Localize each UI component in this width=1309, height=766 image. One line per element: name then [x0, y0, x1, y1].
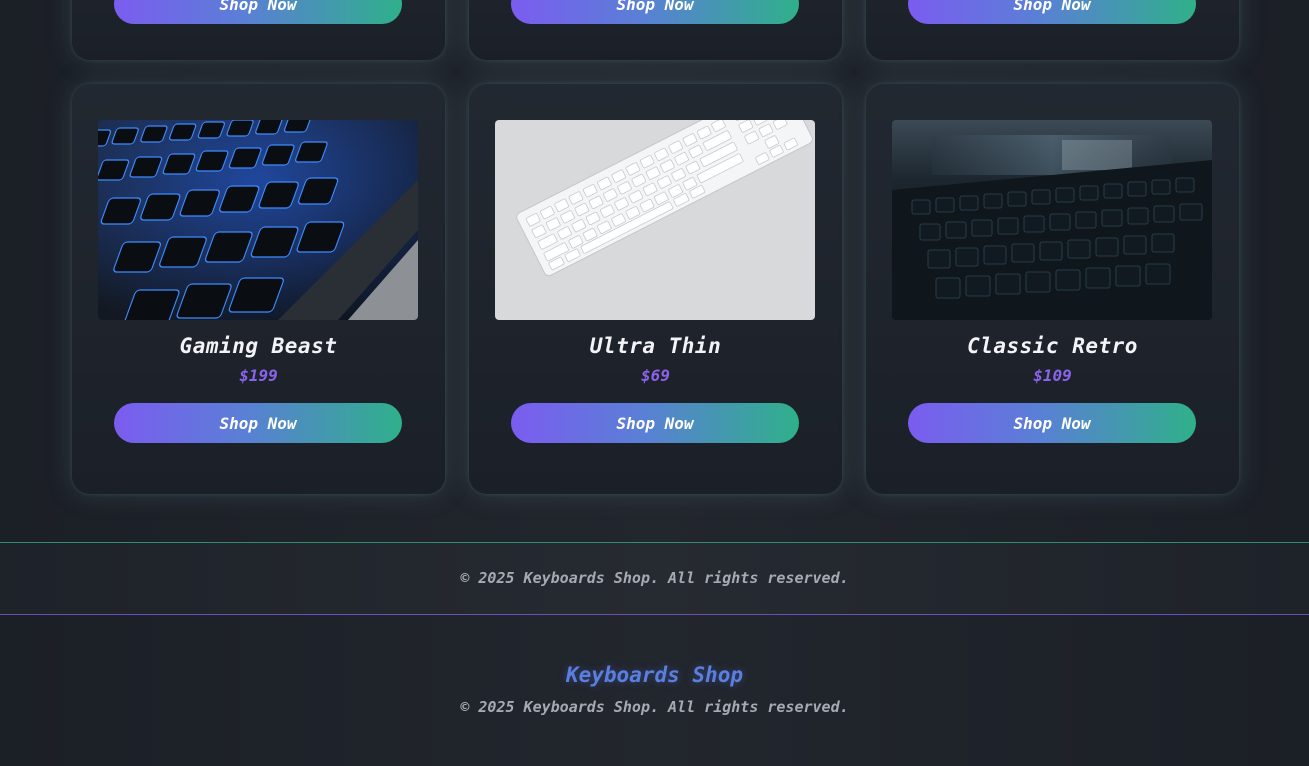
product-card: Shop Now	[72, 0, 445, 60]
shop-now-button[interactable]: Shop Now	[114, 0, 402, 24]
product-card: Shop Now	[866, 0, 1239, 60]
copyright-bar: © 2025 Keyboards Shop. All rights reserv…	[0, 542, 1309, 615]
product-image[interactable]	[98, 120, 418, 320]
product-card-ultra-thin: Ultra Thin $69 Shop Now	[469, 84, 842, 494]
product-card-gaming-beast: Gaming Beast $199 Shop Now	[72, 84, 445, 494]
product-card: Shop Now	[469, 0, 842, 60]
footer-brand[interactable]: Keyboards Shop	[0, 663, 1309, 687]
product-card-classic-retro: Classic Retro $109 Shop Now	[866, 84, 1239, 494]
shop-now-button[interactable]: Shop Now	[908, 0, 1196, 24]
product-name: Ultra Thin	[589, 334, 722, 358]
footer: Keyboards Shop © 2025 Keyboards Shop. Al…	[0, 616, 1309, 766]
product-price: $69	[641, 366, 670, 385]
copyright-text: © 2025 Keyboards Shop. All rights reserv…	[460, 569, 849, 587]
shop-now-button[interactable]: Shop Now	[511, 403, 799, 443]
footer-copyright: © 2025 Keyboards Shop. All rights reserv…	[460, 698, 849, 716]
shop-now-button[interactable]: Shop Now	[114, 403, 402, 443]
product-price: $109	[1033, 366, 1072, 385]
product-name: Classic Retro	[967, 334, 1138, 358]
shop-now-button[interactable]: Shop Now	[908, 403, 1196, 443]
product-image[interactable]	[892, 120, 1212, 320]
product-price: $199	[239, 366, 278, 385]
page: Shop Now Shop Now Shop Now Gaming Beast …	[0, 0, 1309, 766]
product-name: Gaming Beast	[179, 334, 338, 358]
product-image[interactable]	[495, 120, 815, 320]
shop-now-button[interactable]: Shop Now	[511, 0, 799, 24]
